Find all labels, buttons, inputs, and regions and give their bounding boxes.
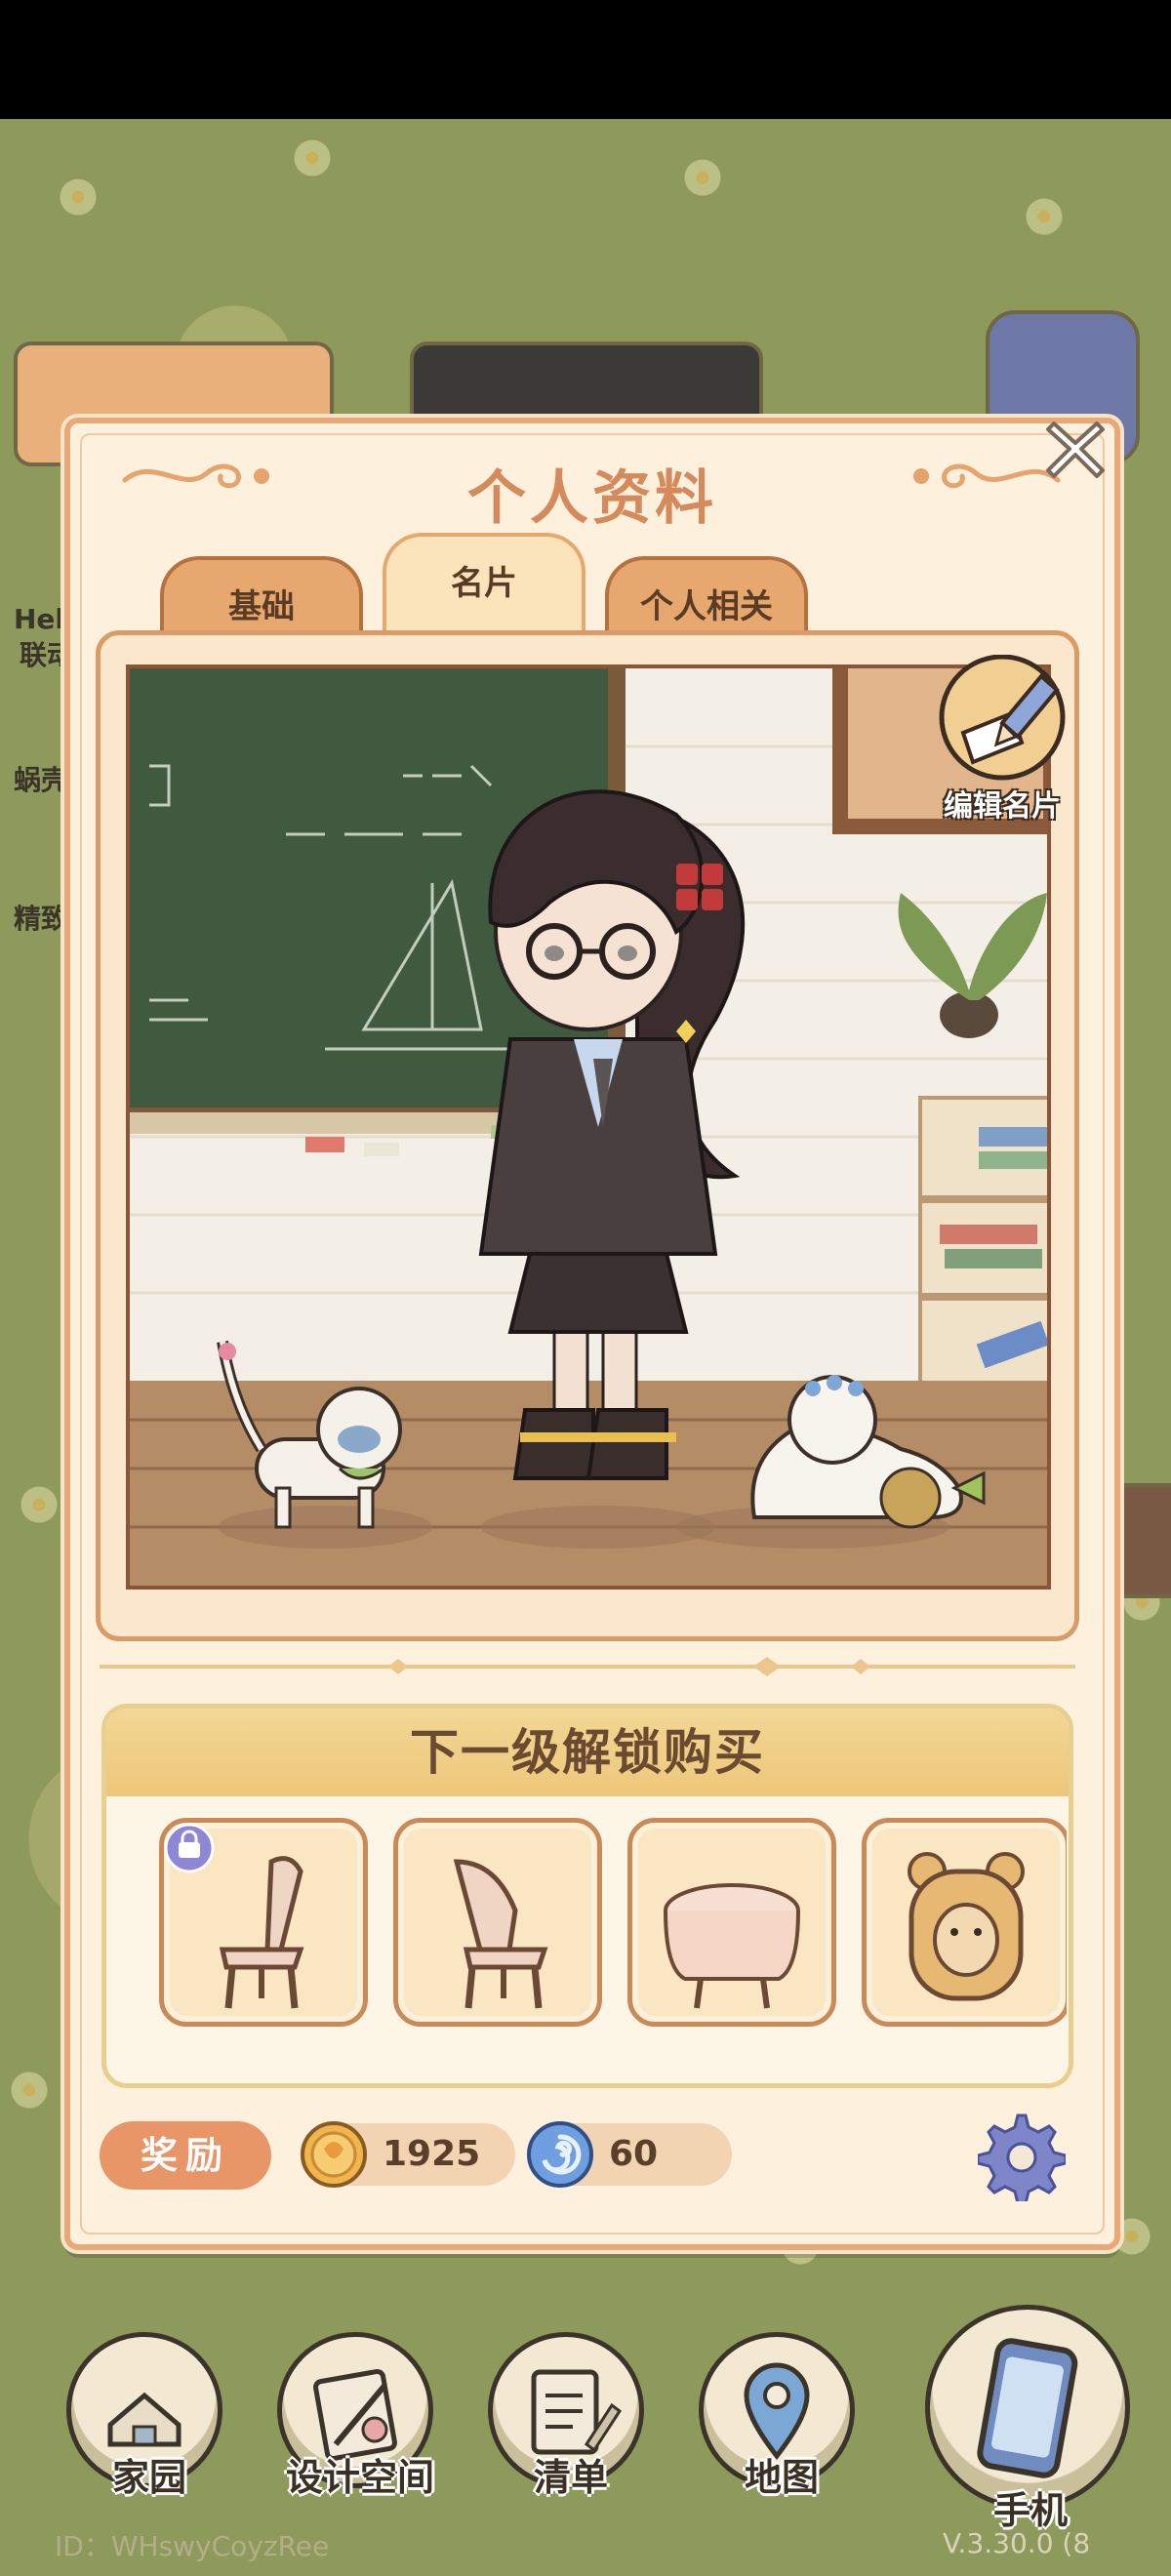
section-divider [100,1657,1075,1676]
side-label-snail: 蜗壳 [14,764,69,796]
round-table-icon [664,1883,800,2009]
chair-back-icon [453,1859,548,2009]
flower-decoration [10,2071,49,2110]
unlock-item-chair[interactable] [159,1818,368,2027]
nav-phone[interactable]: 手机 [925,2305,1136,2532]
gold-coin-value: 1925 [383,2134,481,2174]
side-label-hello: Hel [14,603,65,635]
tab-basic[interactable]: 基础 [160,556,363,638]
unlock-section-title: 下一级解锁购买 [106,1709,1069,1796]
status-bar [0,0,1171,119]
gold-coin-icon [301,2121,367,2188]
gold-coin-counter: 1925 [301,2121,515,2188]
flower-decoration [59,178,98,217]
edit-card-button[interactable]: 编辑名片 [924,654,1080,824]
player-id: ID：WHswyCoyzRee [55,2530,330,2562]
reward-button[interactable]: 奖励 [100,2121,271,2190]
unlock-item-bear-backpack[interactable] [862,1818,1067,2027]
nav-list-label: 清单 [533,2456,608,2499]
nav-home-label: 家园 [111,2456,186,2499]
unlock-item-round-table[interactable] [627,1818,836,2027]
classroom-scene-illustration [130,668,1047,1586]
settings-gear-icon[interactable] [978,2113,1066,2201]
nav-design-space[interactable]: 设计空间 [277,2332,443,2499]
next-level-unlock-section: 下一级解锁购买 [101,1704,1073,2088]
tab-basic-label: 基础 [228,587,295,626]
blue-swirl-gem-icon [527,2121,593,2188]
gem-value: 60 [609,2134,659,2174]
tab-business-card-label: 名片 [451,564,517,603]
tab-personal-label: 个人相关 [640,587,773,626]
unlock-items-list[interactable] [159,1818,1067,2033]
lock-badge-icon [164,1823,215,1873]
gem-counter: 60 [527,2121,732,2188]
nav-design-space-label: 设计空间 [285,2456,434,2499]
unlock-item-chair-back[interactable] [393,1818,602,2027]
flower-decoration [1025,197,1064,236]
tab-personal[interactable]: 个人相关 [605,556,808,638]
nav-phone-circle [925,2305,1130,2510]
version-label: V.3.30.0 (8 [943,2527,1091,2559]
side-label-exquisite: 精致 [14,903,69,935]
phone-icon [977,2338,1078,2478]
nav-list[interactable]: 清单 [488,2332,654,2499]
nav-map[interactable]: 地图 [699,2332,865,2499]
flower-decoration [20,1485,59,1524]
tab-business-card[interactable]: 名片 [383,533,586,634]
business-card-frame: 编辑名片 [96,630,1079,1641]
flower-decoration [683,158,722,197]
profile-panel: 个人资料 基础 名片 个人相关 编辑名片 下一级解锁购买 奖励 1925 60 [64,418,1120,2250]
nav-home[interactable]: 家园 [66,2332,232,2499]
nav-map-label: 地图 [744,2456,819,2499]
business-card-scene [126,664,1051,1590]
flower-decoration [293,139,332,178]
bear-backpack-icon [908,1852,1025,2001]
edit-card-label: 编辑名片 [944,789,1061,824]
close-icon[interactable] [1040,414,1110,484]
edit-pencil-icon [939,654,1066,781]
nav-phone-label: 手机 [992,2489,1068,2532]
